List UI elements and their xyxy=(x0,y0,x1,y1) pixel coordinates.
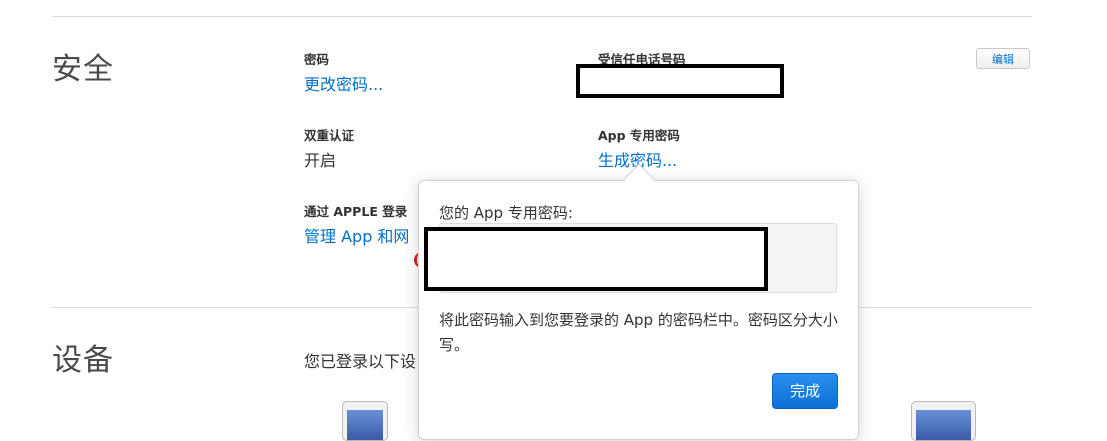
devices-description: 您已登录以下设 xyxy=(304,352,417,371)
ipad-screen xyxy=(916,410,971,440)
trusted-phone-redaction xyxy=(576,64,784,98)
iphone-device-icon[interactable] xyxy=(342,401,388,441)
two-factor-label: 双重认证 xyxy=(304,128,355,143)
done-button[interactable]: 完成 xyxy=(772,373,838,409)
popover-label: 您的 App 专用密码: xyxy=(439,204,573,222)
iphone-screen xyxy=(347,410,383,440)
sign-in-apple-label: 通过 APPLE 登录 xyxy=(304,204,408,219)
app-password-popover: 您的 App 专用密码: 将此密码输入到您要登录的 App 的密码栏中。密码区分… xyxy=(418,180,859,440)
change-password-link[interactable]: 更改密码... xyxy=(304,71,383,95)
generated-password-redaction xyxy=(424,227,768,291)
top-divider xyxy=(52,16,1032,17)
popover-description: 将此密码输入到您要登录的 App 的密码栏中。密码区分大小写。 xyxy=(439,311,838,354)
manage-apps-link[interactable]: 管理 App 和网 xyxy=(304,223,409,247)
password-label: 密码 xyxy=(304,52,330,67)
edit-button[interactable]: 编辑 xyxy=(976,48,1030,69)
devices-section-title: 设备 xyxy=(52,343,114,378)
app-password-label: App 专用密码 xyxy=(598,128,680,143)
security-section-title: 安全 xyxy=(52,52,114,87)
ipad-device-icon[interactable] xyxy=(911,401,976,441)
two-factor-value: 开启 xyxy=(304,151,337,170)
